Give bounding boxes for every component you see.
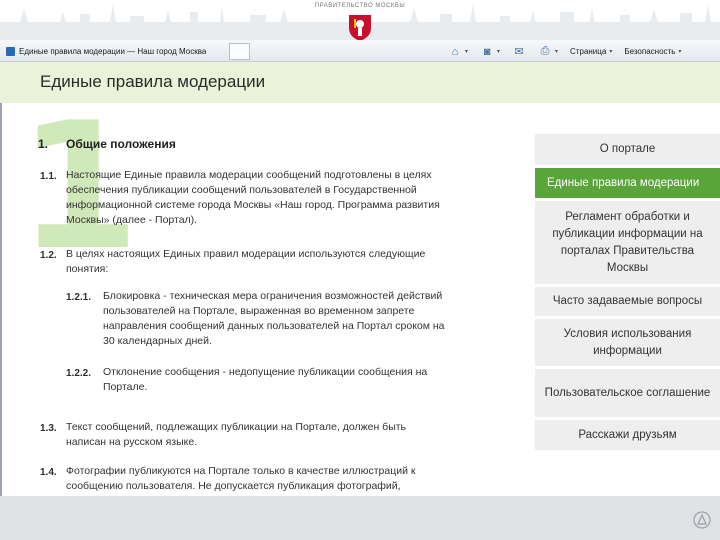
text-line: Блокировка - техническая мера ограничени… <box>103 290 443 302</box>
section-title: Общие положения <box>66 137 176 151</box>
sidebar-item-moderation-rules[interactable]: Единые правила модерации <box>535 168 720 201</box>
chevron-down-icon[interactable]: ▾ <box>678 48 681 55</box>
print-icon[interactable]: ⎙ <box>538 45 552 58</box>
text-line: Портале. <box>103 381 148 393</box>
footer-band <box>0 496 720 540</box>
paragraph-number: 1.2. <box>40 250 57 261</box>
sidebar-nav: О портале Единые правила модерации Регла… <box>535 134 720 453</box>
sidebar-item-about[interactable]: О портале <box>535 134 720 168</box>
text-line: обеспечения публикации сообщений пользов… <box>66 184 417 196</box>
paragraph-number: 1.2.1. <box>66 292 92 303</box>
text-line: информационной системе города Москвы «На… <box>66 199 440 211</box>
paragraph-number: 1.3. <box>40 423 57 434</box>
rules-article: 1. Общие положения 1.1. Настоящие Единые… <box>0 0 520 496</box>
text-line: Отклонение сообщения - недопущение публи… <box>103 366 428 378</box>
text-line: сообщению пользователя. Не допускается п… <box>66 480 401 492</box>
page-menu[interactable]: Страница <box>570 47 606 56</box>
paragraph-1-2-2: Отклонение сообщения - недопущение публи… <box>103 365 427 395</box>
text-line: написан на русском языке. <box>66 436 198 448</box>
paragraph-number: 1.4. <box>40 467 57 478</box>
text-line: Текст сообщений, подлежащих публикации н… <box>66 421 407 433</box>
sidebar-item-faq[interactable]: Часто задаваемые вопросы <box>535 287 720 319</box>
text-line: 30 календарных дней. <box>103 335 212 347</box>
chevron-down-icon[interactable]: ▾ <box>609 48 612 55</box>
text-line: В целях настоящих Единых правил модераци… <box>66 248 426 260</box>
section-number: 1. <box>38 137 49 151</box>
sidebar-item-share[interactable]: Расскажи друзьям <box>535 420 720 453</box>
paragraph-number: 1.1. <box>40 171 57 182</box>
text-line: Настоящие Единые правила модерации сообщ… <box>66 169 432 181</box>
paragraph-number: 1.2.2. <box>66 368 92 379</box>
text-line: пользователей на Портале, выраженная во … <box>103 305 415 317</box>
sidebar-item-regulations[interactable]: Регламент обработки и публикации информа… <box>535 201 720 287</box>
paragraph-1-1: Настоящие Единые правила модерации сообщ… <box>66 168 440 228</box>
sidebar-item-user-agreement[interactable]: Пользовательское соглашение <box>535 369 720 420</box>
paragraph-1-4: Фотографии публикуются на Портале только… <box>66 464 416 494</box>
emblem-icon <box>693 511 711 529</box>
sidebar-item-terms-of-use[interactable]: Условия использования информации <box>535 319 720 369</box>
chevron-down-icon[interactable]: ▾ <box>555 48 558 55</box>
safety-menu[interactable]: Безопасность <box>624 47 675 56</box>
text-line: направления сообщений данных пользовател… <box>103 320 445 332</box>
text-line: понятия: <box>66 263 109 275</box>
text-line: Москвы» (далее - Портал). <box>66 214 198 226</box>
paragraph-1-2: В целях настоящих Единых правил модераци… <box>66 247 425 277</box>
paragraph-1-3: Текст сообщений, подлежащих публикации н… <box>66 420 406 450</box>
text-line: Фотографии публикуются на Портале только… <box>66 465 416 477</box>
paragraph-1-2-1: Блокировка - техническая мера ограничени… <box>103 289 445 349</box>
